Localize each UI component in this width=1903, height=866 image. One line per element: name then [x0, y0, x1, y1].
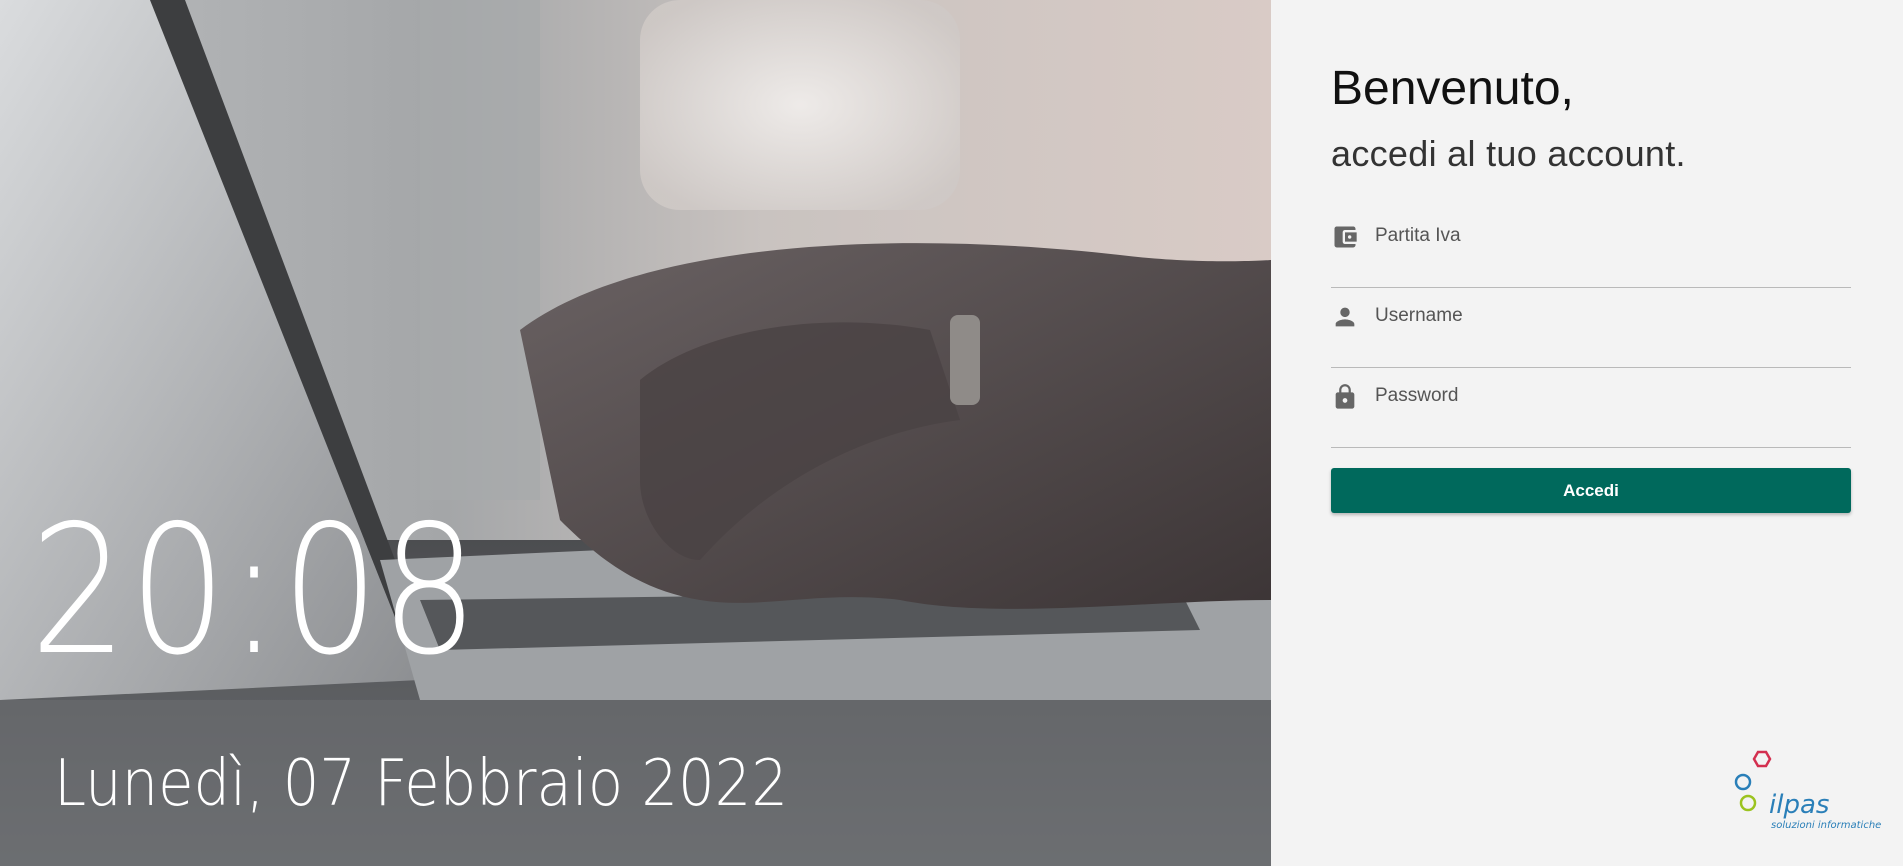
vat-field [1331, 208, 1851, 288]
password-field [1331, 368, 1851, 448]
login-page: 20:08 Lunedì, 07 Febbraio 2022 Benvenuto… [0, 0, 1903, 866]
clock-time: 20:08 [30, 487, 480, 694]
clock-date: Lunedì, 07 Febbraio 2022 [54, 747, 788, 821]
username-input[interactable] [1375, 300, 1845, 332]
login-form: Accedi [1331, 208, 1851, 513]
login-panel: Benvenuto, accedi al tuo account. Partit… [1271, 0, 1903, 866]
person-icon [1331, 303, 1359, 331]
hero-photo [0, 0, 1271, 866]
login-button[interactable]: Accedi [1331, 468, 1851, 513]
logo-tagline: soluzioni informatiche [1771, 820, 1882, 831]
password-input[interactable] [1375, 380, 1845, 412]
company-logo: ilpas soluzioni informatiche [1731, 750, 1881, 840]
welcome-subtitle: accedi al tuo account. [1331, 133, 1686, 174]
vat-input[interactable] [1375, 220, 1845, 252]
username-field [1331, 288, 1851, 368]
wallet-icon [1331, 223, 1359, 251]
welcome-title: Benvenuto, [1331, 62, 1574, 115]
logo-wordmark: ilpas [1769, 790, 1830, 820]
lock-icon [1331, 383, 1359, 411]
hero-background: 20:08 Lunedì, 07 Febbraio 2022 [0, 0, 1271, 866]
